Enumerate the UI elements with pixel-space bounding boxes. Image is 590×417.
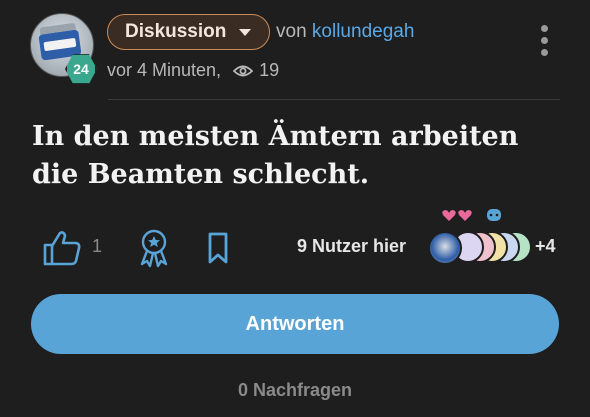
award-icon[interactable] bbox=[137, 228, 171, 268]
reaction-icons bbox=[442, 209, 501, 221]
author-line: von kollundegah bbox=[276, 21, 414, 43]
bookmark-icon[interactable] bbox=[206, 231, 230, 265]
avatar bbox=[428, 231, 462, 265]
eye-icon bbox=[233, 65, 254, 76]
question-title: In den meisten Ämtern arbeiten die Beamt… bbox=[32, 121, 519, 190]
post-time: vor 4 Minuten, bbox=[107, 60, 222, 80]
post-meta: vor 4 Minuten, 19 bbox=[107, 60, 279, 81]
author-avatar[interactable]: 24 bbox=[30, 13, 97, 84]
followups-link[interactable]: 0 Nachfragen bbox=[0, 380, 590, 401]
post-header: 24 Diskussion von kollundegah vor 4 Minu… bbox=[0, 0, 590, 100]
category-dropdown[interactable]: Diskussion bbox=[107, 14, 270, 50]
category-label: Diskussion bbox=[125, 21, 227, 42]
online-users-avatars[interactable] bbox=[428, 231, 532, 265]
users-here-label: 9 Nutzer hier bbox=[297, 236, 407, 256]
author-username-link[interactable]: kollundegah bbox=[312, 21, 414, 42]
more-vertical-icon[interactable] bbox=[533, 25, 555, 63]
author-prefix: von bbox=[276, 21, 307, 42]
more-users-count[interactable]: +4 bbox=[535, 236, 556, 257]
divider bbox=[108, 99, 560, 100]
thumbs-up-icon[interactable] bbox=[42, 229, 82, 267]
view-count: 19 bbox=[259, 60, 280, 80]
chevron-down-icon bbox=[239, 29, 251, 36]
like-count: 1 bbox=[92, 236, 103, 256]
reply-button[interactable]: Antworten bbox=[31, 294, 559, 354]
